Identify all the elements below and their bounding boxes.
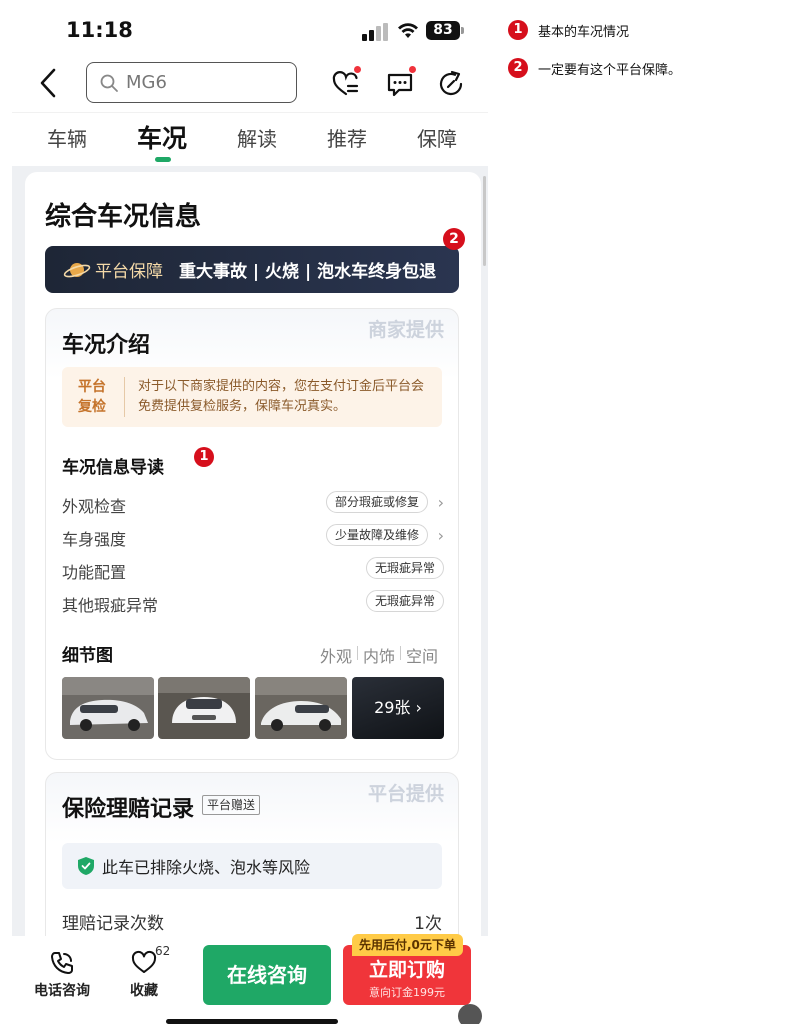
- condition-row-exterior[interactable]: 外观检查 部分瑕疵或修复 ›: [62, 491, 444, 516]
- tab-recommend[interactable]: 推荐: [327, 123, 367, 152]
- battery-icon: 83: [426, 21, 460, 40]
- row-status-pill: 少量故障及维修: [325, 524, 428, 546]
- notice-divider: [124, 377, 125, 417]
- order-label: 立即订购: [368, 959, 445, 981]
- search-input[interactable]: MG6: [86, 62, 297, 103]
- guide-title: 车况信息导读: [62, 458, 164, 478]
- wifi-icon: [398, 23, 418, 38]
- more-photos-button[interactable]: 29张 ›: [352, 677, 444, 739]
- chevron-right-icon: ›: [437, 526, 444, 545]
- condition-intro-card: 商家提供 车况介绍 平台复检 对于以下商家提供的内容，您在支付订金后平台会免费提…: [45, 308, 459, 760]
- status-time: 11:18: [66, 18, 133, 42]
- favorite-count: 62: [155, 944, 171, 958]
- row-status-pill: 部分瑕疵或修复: [325, 491, 428, 513]
- annotation-note-2: 2 一定要有这个平台保障。: [508, 58, 681, 78]
- phone-screen: 11:18 83 MG6 车辆 车况 解读 推荐 保障 综合车况信息 平台保障 …: [12, 0, 488, 1024]
- heart-icon: [131, 950, 157, 973]
- insurance-title: 保险理赔记录: [62, 797, 195, 822]
- notice-text: 对于以下商家提供的内容，您在支付订金后平台会免费提供复检服务，保障车况真实。: [138, 379, 425, 414]
- favorite-label: 收藏: [130, 983, 158, 999]
- provider-label: 商家提供: [367, 319, 444, 341]
- gift-tag: 平台赠送: [202, 795, 261, 815]
- notification-dot: [353, 65, 362, 74]
- detail-tab-interior[interactable]: 内饰: [363, 643, 395, 667]
- chevron-right-icon: ›: [437, 493, 444, 512]
- pay-later-tag: 先用后付,0元下单: [352, 934, 463, 956]
- scrollbar[interactable]: [483, 176, 486, 266]
- phone-consult-button[interactable]: 电话咨询: [34, 950, 90, 1000]
- row-label: 功能配置: [62, 563, 127, 582]
- home-indicator: [166, 1019, 338, 1024]
- search-query: MG6: [126, 72, 167, 93]
- status-bar: 11:18 83: [12, 0, 488, 56]
- notification-dot: [408, 65, 417, 74]
- share-icon[interactable]: [436, 68, 468, 100]
- search-icon: [100, 74, 118, 92]
- notice-tag: 平台复检: [78, 379, 106, 415]
- bottom-action-bar: 电话咨询 收藏 62 在线咨询 立即订购 意向订金199元 先用后付,0元下单: [12, 934, 488, 1024]
- row-label: 车身强度: [62, 530, 127, 549]
- phone-consult-label: 电话咨询: [34, 983, 90, 999]
- row-label: 其他瑕疵异常: [62, 596, 159, 615]
- planet-icon: [63, 262, 91, 277]
- condition-card: 综合车况信息 平台保障 重大事故 | 火烧 | 泡水车终身包退 2 商家提供 车…: [25, 172, 481, 972]
- phone-icon: [51, 952, 73, 974]
- tab-bar: 车辆 车况 解读 推荐 保障: [12, 112, 488, 166]
- claims-value: 1次: [414, 914, 442, 934]
- condition-row-features: 功能配置 无瑕疵异常: [62, 557, 444, 582]
- annotation-text: 一定要有这个平台保障。: [538, 62, 682, 78]
- row-label: 外观检查: [62, 497, 127, 516]
- row-status-pill: 无瑕疵异常: [365, 557, 444, 579]
- car-photo-thumbnail[interactable]: [62, 677, 154, 739]
- detail-photo-strip: 29张 ›: [62, 677, 444, 739]
- annotation-number: 2: [508, 58, 528, 78]
- risk-cleared-text: 此车已排除火烧、泡水等风险: [102, 858, 311, 877]
- platform-guarantee-banner[interactable]: 平台保障 重大事故 | 火烧 | 泡水车终身包退: [45, 246, 459, 293]
- section-title: 综合车况信息: [45, 202, 202, 232]
- battery-cap: [461, 27, 464, 34]
- tab-guarantee[interactable]: 保障: [417, 123, 457, 152]
- online-consult-button[interactable]: 在线咨询: [203, 945, 331, 1005]
- tab-condition[interactable]: 车况: [137, 119, 187, 155]
- banner-text: 重大事故 | 火烧 | 泡水车终身包退: [179, 262, 437, 282]
- banner-label: 平台保障: [95, 262, 163, 282]
- car-photo-thumbnail[interactable]: [255, 677, 347, 739]
- favorite-button[interactable]: 收藏: [130, 950, 158, 1000]
- condition-row-body[interactable]: 车身强度 少量故障及维修 ›: [62, 524, 444, 549]
- provider-label: 平台提供: [367, 783, 444, 805]
- tab-divider: [356, 646, 358, 660]
- annotation-note-1: 1 基本的车况情况: [508, 20, 629, 40]
- tab-analysis[interactable]: 解读: [237, 123, 277, 152]
- back-arrow-icon[interactable]: [36, 66, 60, 100]
- annotation-marker-1: 1: [194, 447, 214, 467]
- car-photo-thumbnail[interactable]: [158, 677, 250, 739]
- detail-tab-space[interactable]: 空间: [406, 643, 438, 667]
- claims-label: 理赔记录次数: [62, 914, 164, 934]
- annotation-marker-2: 2: [443, 228, 465, 250]
- detail-tab-exterior[interactable]: 外观: [320, 643, 352, 667]
- detail-photo-tabs: 外观 内饰 空间: [320, 643, 438, 667]
- risk-cleared-notice: 此车已排除火烧、泡水等风险: [62, 843, 442, 889]
- annotation-number: 1: [508, 20, 528, 40]
- tab-vehicle[interactable]: 车辆: [47, 123, 87, 152]
- deposit-label: 意向订金199元: [369, 986, 445, 999]
- scan-icon[interactable]: [458, 1004, 482, 1024]
- tab-divider: [399, 646, 401, 660]
- detail-photos-title: 细节图: [62, 646, 113, 666]
- annotation-text: 基本的车况情况: [538, 24, 630, 40]
- row-status-pill: 无瑕疵异常: [365, 590, 444, 612]
- shield-check-icon: [78, 857, 94, 875]
- condition-row-other: 其他瑕疵异常 无瑕疵异常: [62, 590, 444, 615]
- signal-icon: [362, 23, 388, 41]
- active-tab-indicator: [155, 157, 171, 162]
- claims-row: 理赔记录次数 1次: [62, 909, 442, 934]
- intro-title: 车况介绍: [62, 333, 151, 358]
- recheck-notice: 平台复检 对于以下商家提供的内容，您在支付订金后平台会免费提供复检服务，保障车况…: [62, 367, 442, 427]
